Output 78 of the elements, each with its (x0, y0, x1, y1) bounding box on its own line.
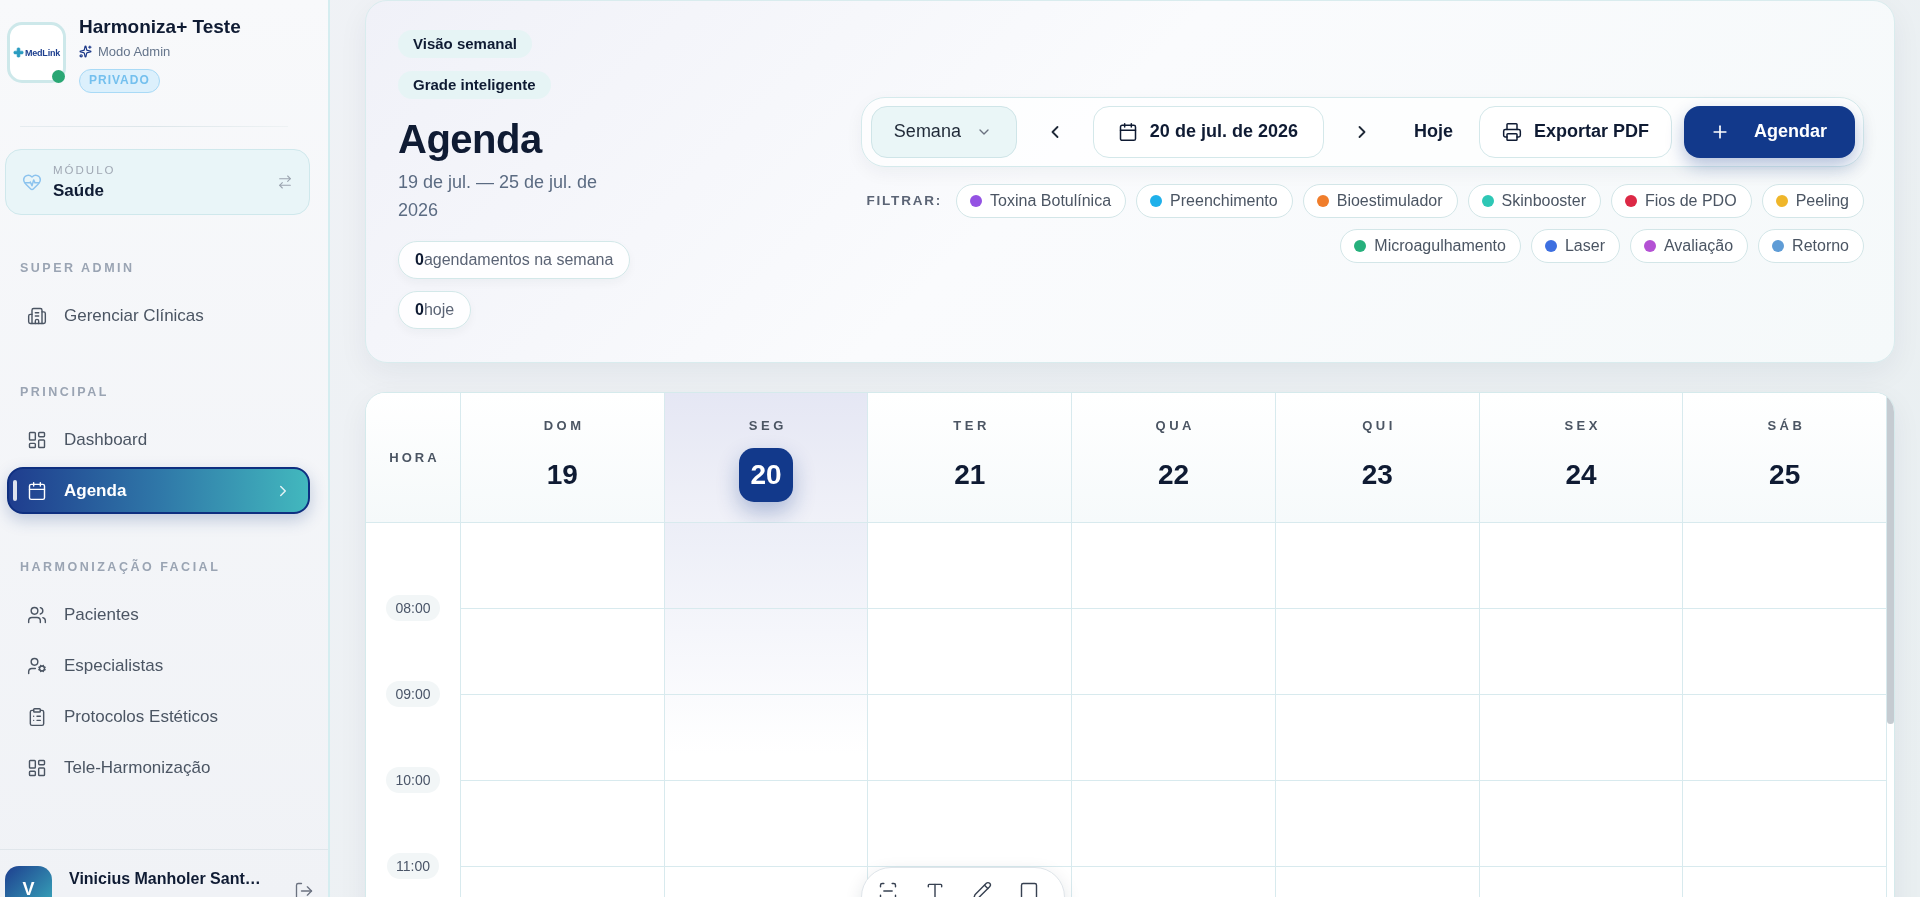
brand-name: Harmoniza+ Teste (79, 16, 241, 38)
logout-icon[interactable] (294, 881, 314, 897)
time-label: 11:00 (387, 853, 439, 879)
day-name: SÁB (1766, 418, 1806, 434)
filter-chip[interactable]: Preenchimento (1136, 183, 1293, 218)
swap-icon[interactable] (277, 174, 293, 190)
view-tag: Visão semanal (398, 30, 532, 58)
column-header: HORA (366, 393, 461, 522)
day-name: SEX (1563, 418, 1601, 434)
calendar-icon (27, 480, 47, 501)
date-picker-button[interactable]: 20 de jul. de 2026 (1092, 105, 1324, 158)
filter-chip[interactable]: Laser (1530, 228, 1620, 263)
day-name: QUI (1361, 418, 1396, 434)
day-number: 24 (1565, 458, 1597, 492)
clipboard-icon (27, 706, 47, 727)
day-number: 22 (1157, 458, 1190, 492)
module-card[interactable]: MÓDULO Saúde (5, 149, 310, 215)
filter-chip[interactable]: Toxina Botulínica (956, 183, 1127, 218)
day-name: QUA (1154, 418, 1195, 434)
filter-chip[interactable]: Skinbooster (1467, 183, 1602, 218)
user-name: Vinicius Manholer Sant… (69, 869, 261, 888)
user-avatar[interactable]: V (5, 866, 52, 897)
module-name: Saúde (53, 181, 105, 201)
text-icon[interactable] (925, 881, 945, 897)
pencil-icon[interactable] (972, 881, 992, 897)
logo-text: MedLink (24, 47, 61, 58)
create-button[interactable]: Agendar (1684, 105, 1855, 158)
role-label: Modo Admin (98, 43, 171, 59)
user-gear-icon (27, 655, 47, 676)
filter-chip[interactable]: Peeling (1761, 183, 1864, 218)
page-title: Agenda (398, 116, 542, 163)
view-select[interactable]: Semana (870, 105, 1017, 158)
section-title: SUPER ADMIN (20, 260, 135, 276)
day-number: 25 (1769, 458, 1801, 492)
section-title: HARMONIZAÇÃO FACIAL (20, 559, 221, 575)
filter-chip[interactable]: Fios de PDO (1611, 183, 1752, 218)
export-button[interactable]: Exportar PDF (1478, 105, 1672, 158)
users-icon (27, 604, 47, 625)
sparkle-icon (79, 44, 92, 58)
privacy-badge: PRIVADO (79, 69, 160, 93)
day-number: 23 (1361, 458, 1393, 492)
active-indicator (13, 480, 17, 501)
filter-chip[interactable]: Bioestimulador (1302, 183, 1458, 218)
scan-icon[interactable] (878, 881, 898, 897)
day-number: 19 (546, 458, 578, 492)
stat-summary: 0hoje (398, 291, 472, 329)
heart-pulse-icon (22, 172, 42, 192)
day-number: 20 (739, 448, 794, 502)
day-number: 21 (954, 458, 986, 492)
filter-chip[interactable]: Retorno (1758, 228, 1864, 263)
sidebar-item[interactable]: Protocolos Estéticos (7, 693, 310, 740)
filter-chip[interactable]: Avaliação (1630, 228, 1749, 263)
sidebar-item[interactable]: Tele-Harmonização (7, 744, 310, 791)
building-icon (27, 305, 47, 326)
cross-icon (12, 47, 24, 58)
module-label: MÓDULO (53, 163, 116, 177)
filter-chip[interactable]: Microagulhamento (1340, 228, 1521, 263)
day-name: SEG (747, 418, 787, 434)
time-label: 09:00 (386, 681, 440, 707)
section-title: PRINCIPAL (20, 384, 109, 400)
dashboard-icon (27, 429, 47, 450)
sidebar-item[interactable]: Dashboard (7, 416, 310, 463)
view-tag: Grade inteligente (398, 71, 551, 99)
sidebar-item[interactable]: Gerenciar Clínicas (7, 292, 310, 339)
printer-icon (1501, 121, 1522, 142)
sidebar-item[interactable]: Pacientes (7, 591, 310, 638)
date-range: 19 de jul. — 25 de jul. de 2026 (398, 171, 599, 222)
sidebar-item[interactable]: Especialistas (7, 642, 310, 689)
sidebar-item[interactable]: Agenda (7, 467, 310, 514)
day-name: TER (952, 418, 990, 434)
today-button[interactable]: Hoje (1413, 121, 1453, 142)
filter-label: FILTRAR: (866, 193, 943, 208)
stat-summary: 0agendamentos na semana (398, 241, 631, 279)
calendar-icon (1117, 121, 1138, 142)
dashboard-icon (27, 757, 47, 778)
day-name: DOM (542, 418, 585, 434)
time-label: 10:00 (386, 767, 440, 793)
time-label: 08:00 (386, 595, 440, 621)
